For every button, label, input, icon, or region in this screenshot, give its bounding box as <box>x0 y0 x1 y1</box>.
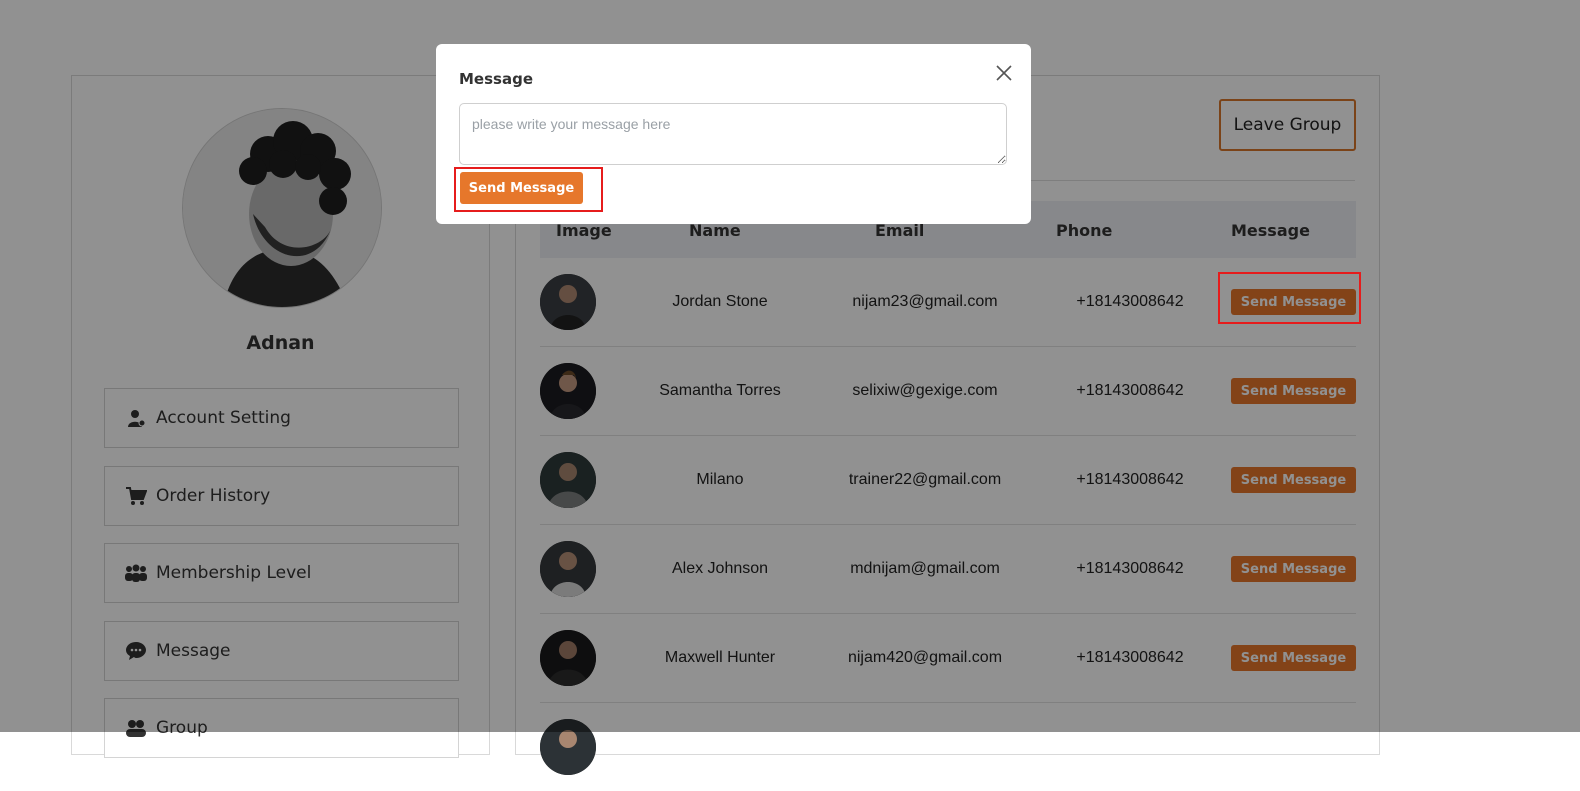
message-modal: Message Send Message <box>436 44 1031 224</box>
profile-page: Adnan Account Setting Order History Memb… <box>0 0 1580 775</box>
close-icon[interactable] <box>993 62 1015 84</box>
modal-send-message-button[interactable]: Send Message <box>460 172 583 204</box>
modal-title: Message <box>459 70 533 88</box>
message-input[interactable] <box>459 103 1007 165</box>
